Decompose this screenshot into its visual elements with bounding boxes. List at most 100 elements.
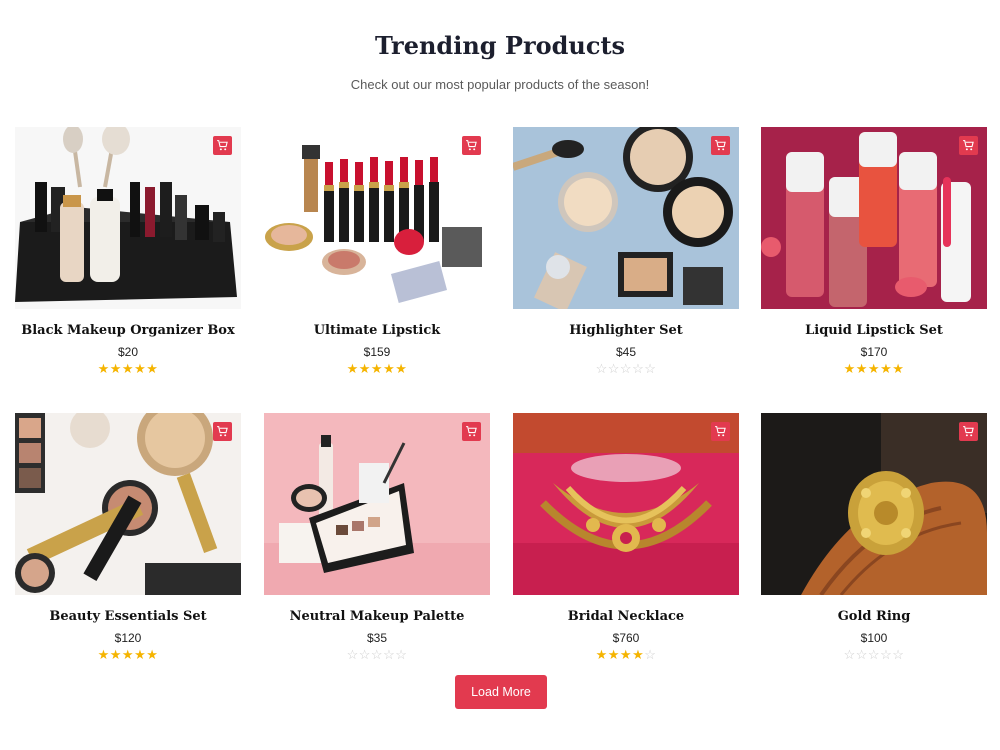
product-name[interactable]: Beauty Essentials Set [15, 609, 241, 624]
product-name[interactable]: Black Makeup Organizer Box [15, 323, 241, 338]
beauty-essentials-image [15, 413, 241, 595]
product-image[interactable] [264, 127, 490, 309]
product-rating: ☆☆☆☆☆ [264, 648, 490, 662]
product-card[interactable]: Bridal Necklace $760 ★★★★☆ [513, 413, 739, 662]
star-filled-icon: ★ [97, 647, 110, 662]
product-card[interactable]: Ultimate Lipstick $159 ★★★★★ [264, 127, 490, 376]
star-filled-icon: ★ [121, 647, 135, 662]
lipstick-collection-image [264, 127, 490, 309]
product-price: $100 [860, 631, 888, 645]
star-filled-icon: ★ [146, 361, 159, 376]
product-image[interactable] [264, 413, 490, 595]
star-filled-icon: ★ [134, 361, 147, 376]
liquid-lipsticks-image [761, 127, 987, 309]
star-filled-icon: ★ [121, 361, 135, 376]
star-filled-icon: ★ [395, 361, 408, 376]
product-price: $20 [117, 345, 139, 359]
star-filled-icon: ★ [892, 361, 905, 376]
bridal-necklace-image [513, 413, 739, 595]
star-filled-icon: ★ [383, 361, 396, 376]
product-price: $35 [366, 631, 388, 645]
add-to-cart-button[interactable] [711, 136, 730, 155]
star-filled-icon: ★ [358, 361, 371, 376]
shopping-cart-icon [715, 426, 726, 437]
product-name[interactable]: Neutral Makeup Palette [264, 609, 490, 624]
star-empty-icon: ☆ [346, 647, 359, 662]
star-empty-icon: ☆ [383, 647, 396, 662]
star-filled-icon: ★ [109, 361, 122, 376]
star-empty-icon: ☆ [855, 647, 868, 662]
shopping-cart-icon [217, 426, 228, 437]
star-filled-icon: ★ [346, 361, 359, 376]
section-subtitle: Check out our most popular products of t… [350, 77, 650, 92]
star-filled-icon: ★ [843, 361, 856, 376]
product-name[interactable]: Bridal Necklace [513, 609, 739, 624]
product-rating: ★★★★★ [264, 362, 490, 376]
product-rating: ★★★★★ [15, 362, 241, 376]
star-empty-icon: ☆ [880, 647, 893, 662]
star-empty-icon: ☆ [632, 361, 645, 376]
product-card[interactable]: Black Makeup Organizer Box $20 ★★★★★ [15, 127, 241, 376]
shopping-cart-icon [466, 426, 477, 437]
add-to-cart-button[interactable] [711, 422, 730, 441]
star-filled-icon: ★ [632, 647, 645, 662]
add-to-cart-button[interactable] [213, 422, 232, 441]
star-empty-icon: ☆ [644, 647, 657, 662]
shopping-cart-icon [715, 140, 726, 151]
product-price: $170 [860, 345, 888, 359]
product-card[interactable]: Beauty Essentials Set $120 ★★★★★ [15, 413, 241, 662]
star-empty-icon: ☆ [607, 361, 620, 376]
star-filled-icon: ★ [619, 647, 633, 662]
add-to-cart-button[interactable] [959, 136, 978, 155]
product-price: $120 [114, 631, 142, 645]
star-empty-icon: ☆ [370, 647, 384, 662]
shopping-cart-icon [466, 140, 477, 151]
star-empty-icon: ☆ [395, 647, 408, 662]
product-name[interactable]: Ultimate Lipstick [264, 323, 490, 338]
add-to-cart-button[interactable] [959, 422, 978, 441]
product-name[interactable]: Highlighter Set [513, 323, 739, 338]
product-image[interactable] [761, 413, 987, 595]
product-image[interactable] [761, 127, 987, 309]
product-image[interactable] [15, 127, 241, 309]
product-rating: ☆☆☆☆☆ [513, 362, 739, 376]
product-image[interactable] [513, 127, 739, 309]
star-empty-icon: ☆ [595, 361, 608, 376]
star-filled-icon: ★ [97, 361, 110, 376]
star-filled-icon: ★ [595, 647, 608, 662]
product-price: $159 [363, 345, 391, 359]
product-image[interactable] [513, 413, 739, 595]
star-empty-icon: ☆ [892, 647, 905, 662]
product-image[interactable] [15, 413, 241, 595]
gold-ring-image [761, 413, 987, 595]
product-rating: ★★★★☆ [513, 648, 739, 662]
star-empty-icon: ☆ [843, 647, 856, 662]
product-rating: ☆☆☆☆☆ [761, 648, 987, 662]
makeup-palette-image [264, 413, 490, 595]
add-to-cart-button[interactable] [462, 422, 481, 441]
product-name[interactable]: Gold Ring [761, 609, 987, 624]
shopping-cart-icon [963, 140, 974, 151]
highlighter-powders-image [513, 127, 739, 309]
star-empty-icon: ☆ [358, 647, 371, 662]
product-rating: ★★★★★ [761, 362, 987, 376]
product-price: $760 [612, 631, 640, 645]
product-card[interactable]: Liquid Lipstick Set $170 ★★★★★ [761, 127, 987, 376]
star-filled-icon: ★ [607, 647, 620, 662]
star-filled-icon: ★ [134, 647, 147, 662]
add-to-cart-button[interactable] [213, 136, 232, 155]
product-card[interactable]: Neutral Makeup Palette $35 ☆☆☆☆☆ [264, 413, 490, 662]
star-filled-icon: ★ [146, 647, 159, 662]
shopping-cart-icon [217, 140, 228, 151]
star-empty-icon: ☆ [867, 647, 881, 662]
product-card[interactable]: Highlighter Set $45 ☆☆☆☆☆ [513, 127, 739, 376]
add-to-cart-button[interactable] [462, 136, 481, 155]
load-more-button[interactable]: Load More [455, 675, 547, 709]
star-filled-icon: ★ [109, 647, 122, 662]
product-price: $45 [615, 345, 637, 359]
product-card[interactable]: Gold Ring $100 ☆☆☆☆☆ [761, 413, 987, 662]
star-filled-icon: ★ [880, 361, 893, 376]
product-name[interactable]: Liquid Lipstick Set [761, 323, 987, 338]
shopping-cart-icon [963, 426, 974, 437]
makeup-organizer-image [15, 127, 241, 309]
